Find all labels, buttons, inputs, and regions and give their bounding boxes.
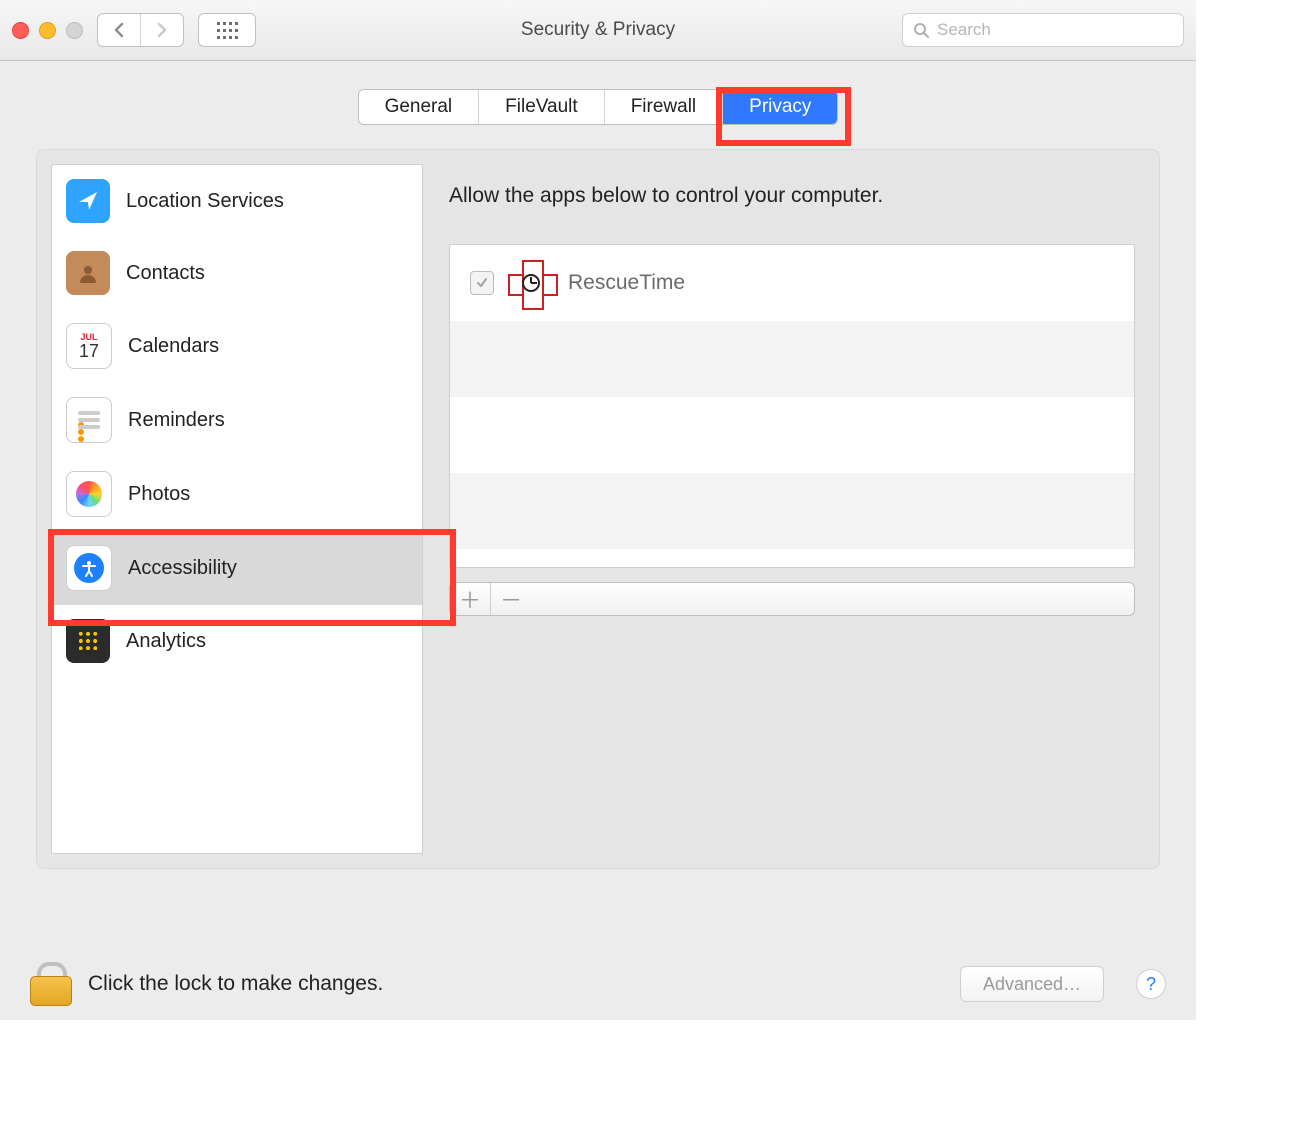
sidebar-item-label: Location Services xyxy=(126,190,284,213)
privacy-panel: Location Services Contacts JUL 17 Calend… xyxy=(36,149,1160,869)
sidebar-item-accessibility[interactable]: Accessibility xyxy=(52,531,422,605)
calendar-day: 17 xyxy=(79,342,99,360)
sidebar-item-label: Analytics xyxy=(126,630,206,653)
tab-firewall[interactable]: Firewall xyxy=(605,90,723,124)
show-all-button[interactable] xyxy=(198,13,256,47)
tab-bar: General FileVault Firewall Privacy xyxy=(0,61,1196,125)
sidebar-item-calendars[interactable]: JUL 17 Calendars xyxy=(52,309,422,383)
tab-filevault[interactable]: FileVault xyxy=(479,90,605,124)
chevron-right-icon xyxy=(156,22,168,38)
privacy-sidebar: Location Services Contacts JUL 17 Calend… xyxy=(51,164,423,854)
check-icon xyxy=(476,277,488,289)
content-heading: Allow the apps below to control your com… xyxy=(449,184,1135,208)
lock-hint-text: Click the lock to make changes. xyxy=(88,972,383,996)
remove-app-button[interactable]: － xyxy=(490,583,531,615)
app-row-empty xyxy=(450,321,1134,397)
lock-button[interactable] xyxy=(30,962,70,1006)
sidebar-item-location-services[interactable]: Location Services xyxy=(52,165,422,237)
app-permission-list: RescueTime xyxy=(449,244,1135,568)
lock-body-icon xyxy=(30,976,72,1006)
app-row-rescuetime[interactable]: RescueTime xyxy=(450,245,1134,321)
app-row-empty xyxy=(450,473,1134,549)
sidebar-item-photos[interactable]: Photos xyxy=(52,457,422,531)
search-input[interactable] xyxy=(935,19,1173,41)
titlebar: Security & Privacy xyxy=(0,0,1196,61)
add-remove-buttons: ＋ － xyxy=(449,582,1135,616)
footer: Click the lock to make changes. Advanced… xyxy=(0,962,1196,1006)
accessibility-icon xyxy=(66,545,112,591)
rescuetime-icon xyxy=(508,260,554,306)
close-window-button[interactable] xyxy=(12,22,29,39)
sidebar-item-label: Calendars xyxy=(128,335,219,358)
sidebar-item-label: Photos xyxy=(128,483,190,506)
add-app-button[interactable]: ＋ xyxy=(450,583,490,615)
app-row-empty xyxy=(450,397,1134,473)
search-field[interactable] xyxy=(902,13,1184,47)
search-icon xyxy=(913,22,929,38)
preferences-window: Security & Privacy General FileVault Fir… xyxy=(0,0,1196,1020)
location-icon xyxy=(66,179,110,223)
nav-forward-button[interactable] xyxy=(140,14,183,46)
tab-general[interactable]: General xyxy=(359,90,480,124)
chevron-left-icon xyxy=(113,22,125,38)
grid-icon xyxy=(216,21,238,39)
nav-back-button[interactable] xyxy=(98,14,140,46)
calendar-icon: JUL 17 xyxy=(66,323,112,369)
sidebar-item-label: Reminders xyxy=(128,409,225,432)
sidebar-item-label: Accessibility xyxy=(128,557,237,580)
zoom-window-button[interactable] xyxy=(66,22,83,39)
tab-privacy[interactable]: Privacy xyxy=(723,90,837,124)
minimize-window-button[interactable] xyxy=(39,22,56,39)
reminders-icon xyxy=(66,397,112,443)
photos-icon xyxy=(66,471,112,517)
advanced-button[interactable]: Advanced… xyxy=(960,966,1104,1002)
nav-buttons xyxy=(97,13,184,47)
tab-segmented-control: General FileVault Firewall Privacy xyxy=(358,89,839,125)
app-checkbox[interactable] xyxy=(470,271,494,295)
sidebar-item-reminders[interactable]: Reminders xyxy=(52,383,422,457)
help-button[interactable]: ? xyxy=(1136,969,1166,999)
window-controls xyxy=(12,22,83,39)
sidebar-item-analytics[interactable]: Analytics xyxy=(52,605,422,677)
app-name-label: RescueTime xyxy=(568,271,685,295)
sidebar-item-contacts[interactable]: Contacts xyxy=(52,237,422,309)
analytics-icon xyxy=(66,619,110,663)
sidebar-item-label: Contacts xyxy=(126,262,205,285)
contacts-icon xyxy=(66,251,110,295)
accessibility-content: Allow the apps below to control your com… xyxy=(439,164,1145,854)
